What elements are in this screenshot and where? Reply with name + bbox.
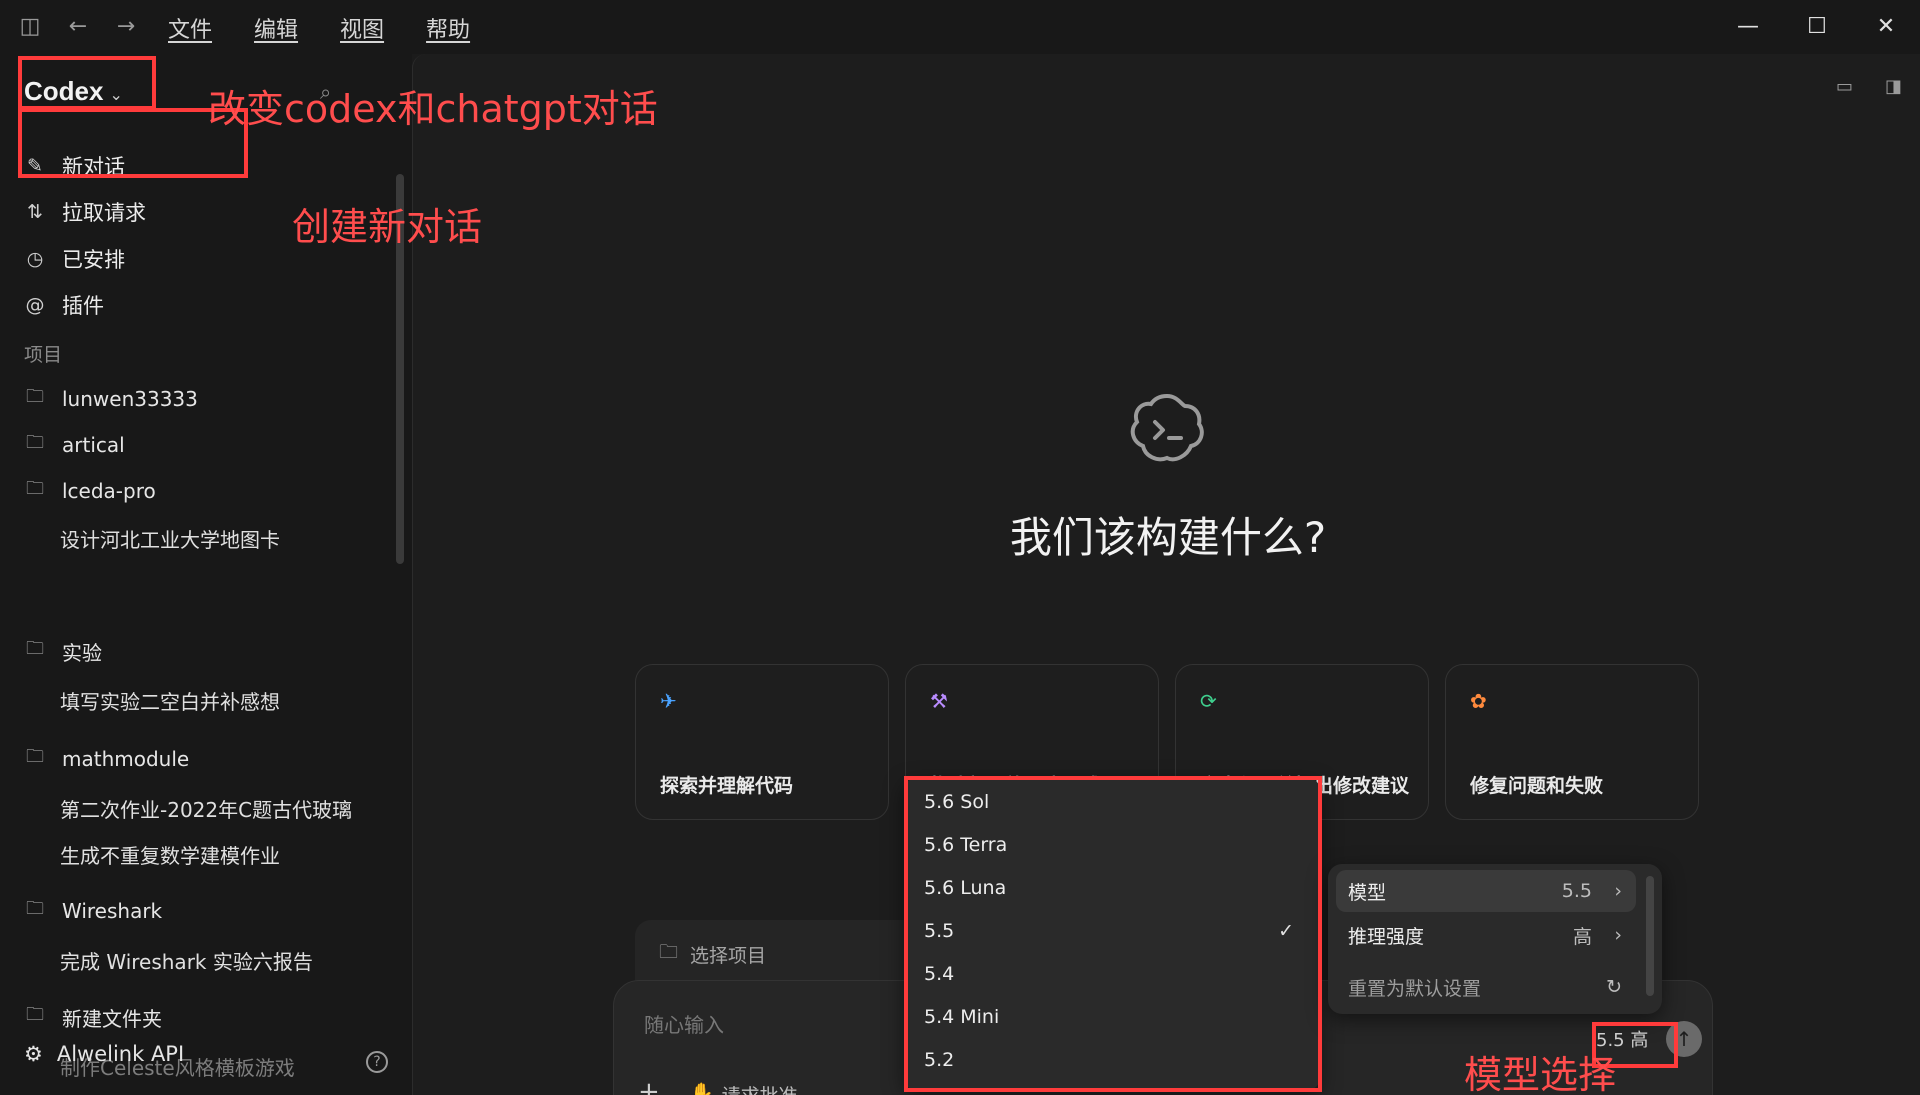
project-lunwen[interactable]: 🗀 lunwen33333 (24, 380, 198, 418)
composer-input[interactable]: 随心输入 (644, 1009, 724, 1038)
clock-icon: ◷ (26, 248, 44, 270)
account-footer[interactable]: ⚙ Alwelink API (24, 1042, 184, 1066)
project-mathmodule[interactable]: 🗀 mathmodule (24, 740, 189, 778)
project-select[interactable]: 🗀 选择项目 (659, 938, 766, 970)
nav-label: 拉取请求 (62, 201, 146, 225)
annotation-new-chat-note: 创建新对话 (292, 205, 483, 249)
project-name: mathmodule (62, 747, 190, 771)
menu-edit[interactable]: 编辑 (254, 12, 298, 44)
back-arrow-icon[interactable]: ← (64, 13, 92, 41)
annotation-model-note: 模型选择 (1464, 1053, 1617, 1095)
project-name: lceda-pro (62, 479, 156, 503)
project-experiment[interactable]: 🗀 实验 (24, 632, 102, 670)
approval-button[interactable]: ✋ 请求批准 (690, 1081, 798, 1095)
chevron-right-icon: › (1614, 880, 1622, 902)
nav-plugins[interactable]: @ 插件 (24, 285, 105, 325)
annotation-box-brand (18, 56, 156, 110)
menu-view[interactable]: 视图 (340, 12, 384, 44)
thread-item[interactable]: 完成 Wireshark 实验六报告 (60, 942, 313, 978)
thread-item[interactable]: 第二次作业-2022年C题古代玻璃 (60, 790, 352, 826)
nav-label: 插件 (62, 294, 104, 318)
sidebar-toggle-icon[interactable]: ◫ (16, 13, 44, 41)
suggestion-card-fix[interactable]: ✿ 修复问题和失败 (1445, 664, 1699, 820)
codex-logo-icon (1130, 393, 1204, 462)
chevron-right-icon: › (1614, 924, 1622, 946)
project-name: 实验 (62, 640, 102, 665)
add-attachment-icon[interactable]: + (638, 1077, 660, 1095)
model-row-value: 5.5 (1561, 880, 1592, 902)
project-select-label: 选择项目 (690, 944, 767, 967)
folder-icon: 🗀 (26, 1004, 44, 1025)
account-label: Alwelink API (56, 1042, 185, 1066)
nav-pull-requests[interactable]: ⇅ 拉取请求 (24, 192, 146, 232)
title-bar: ◫ ← → 文件 编辑 视图 帮助 — ☐ ✕ (0, 0, 1920, 54)
folder-icon: 🗀 (26, 432, 44, 453)
annotation-switch-note: 改变codex和chatgpt对话 (208, 87, 658, 131)
thread-item[interactable]: 设计河北工业大学地图卡 (60, 520, 280, 556)
folder-icon: 🗀 (659, 941, 679, 963)
reasoning-row[interactable]: 推理强度 高 › (1336, 914, 1636, 956)
model-row[interactable]: 模型 5.5 › (1336, 870, 1636, 912)
approval-label: 请求批准 (722, 1081, 798, 1095)
menu-help[interactable]: 帮助 (426, 12, 470, 44)
project-name: 新建文件夹 (62, 1006, 162, 1031)
minimize-icon[interactable]: — (1728, 10, 1768, 44)
thread-item[interactable]: 生成不重复数学建模作业 (60, 836, 280, 872)
forward-arrow-icon[interactable]: → (112, 13, 140, 41)
reset-row[interactable]: 重置为默认设置 ↻ (1336, 966, 1636, 1008)
pull-request-icon: ⇅ (27, 201, 43, 223)
reset-label: 重置为默认设置 (1348, 977, 1482, 1000)
nav-label: 已安排 (62, 248, 125, 272)
reasoning-row-label: 推理强度 (1348, 925, 1425, 948)
folder-icon: 🗀 (26, 746, 44, 767)
model-settings-popup: 模型 5.5 › 推理强度 高 › 重置为默认设置 ↻ (1328, 864, 1662, 1014)
project-lceda[interactable]: 🗀 lceda-pro (24, 472, 156, 510)
terminal-panel-icon[interactable]: ▭ (1836, 76, 1853, 97)
project-wireshark[interactable]: 🗀 Wireshark (24, 892, 162, 930)
model-row-label: 模型 (1348, 881, 1387, 904)
page-title: 我们该构建什么? (1009, 513, 1327, 562)
nav-scheduled[interactable]: ◷ 已安排 (24, 239, 125, 279)
hand-icon: ✋ (690, 1082, 714, 1095)
popup-scrollbar[interactable] (1646, 876, 1654, 996)
project-new-folder[interactable]: 🗀 新建文件夹 (24, 998, 162, 1036)
project-name: Wireshark (62, 899, 163, 923)
folder-icon: 🗀 (26, 386, 44, 407)
projects-section-label: 项目 (24, 344, 63, 366)
menu-file[interactable]: 文件 (168, 12, 212, 44)
folder-icon: 🗀 (26, 478, 44, 499)
hammer-icon: ⚒ (930, 689, 948, 713)
menu-bar: 文件 编辑 视图 帮助 (168, 12, 470, 44)
reasoning-row-value: 高 (1572, 925, 1592, 948)
telescope-icon: ✈ (660, 689, 677, 713)
review-check-icon: ⟳ (1200, 689, 1217, 713)
folder-icon: 🗀 (26, 638, 44, 659)
bug-icon: ✿ (1470, 689, 1487, 713)
annotation-box-models (904, 776, 1322, 1092)
card-label: 探索并理解代码 (660, 775, 794, 797)
project-name: lunwen33333 (62, 387, 198, 411)
suggestion-card-explore[interactable]: ✈ 探索并理解代码 (635, 664, 889, 820)
thread-item[interactable]: 填写实验二空白并补感想 (60, 682, 280, 718)
help-icon[interactable]: ? (366, 1051, 388, 1073)
card-label: 修复问题和失败 (1470, 775, 1604, 797)
gear-icon: ⚙ (24, 1042, 43, 1066)
close-icon[interactable]: ✕ (1866, 10, 1906, 44)
project-name: artical (62, 433, 125, 457)
side-panel-icon[interactable]: ◨ (1885, 76, 1902, 97)
project-artical[interactable]: 🗀 artical (24, 426, 125, 464)
panel-icons: ▭ ◨ (1836, 76, 1902, 97)
reset-icon: ↻ (1606, 976, 1622, 998)
maximize-icon[interactable]: ☐ (1797, 10, 1837, 44)
at-sign-icon: @ (25, 294, 45, 316)
folder-icon: 🗀 (26, 898, 44, 919)
